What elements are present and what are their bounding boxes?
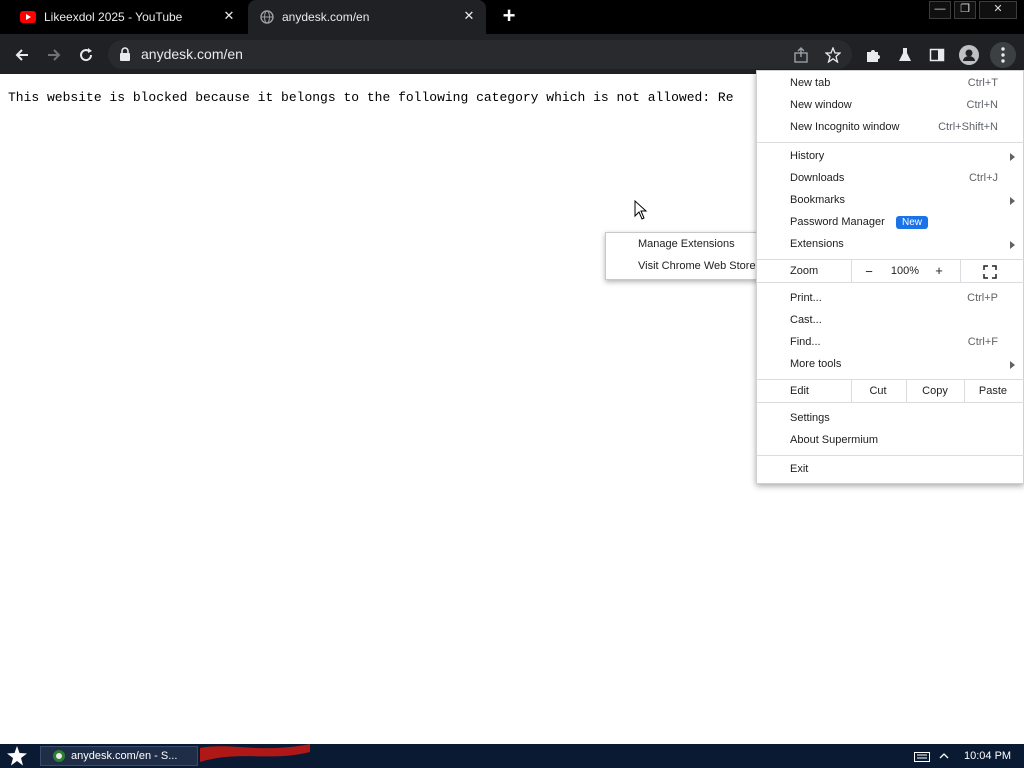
menu-item-print[interactable]: Print... <box>790 292 822 304</box>
puzzle-icon <box>867 50 880 62</box>
zoom-level: 100% <box>890 265 920 277</box>
tray-chevron-icon[interactable] <box>939 752 949 760</box>
side-panel-button[interactable] <box>926 44 948 66</box>
flask-icon <box>899 48 911 61</box>
share-button[interactable] <box>790 44 812 66</box>
person-icon <box>963 49 975 61</box>
menu-separator <box>757 282 1024 283</box>
edit-label: Edit <box>790 385 809 397</box>
menu-separator <box>757 455 1024 456</box>
browser-icon <box>53 750 65 762</box>
menu-item-extensions[interactable]: Extensions <box>790 238 844 250</box>
new-badge: New <box>896 216 929 229</box>
manage-extensions-item[interactable]: Manage Extensions <box>638 238 735 250</box>
tab-youtube[interactable]: Likeexdol 2025 - YouTube ✕ <box>0 0 246 34</box>
menu-item-new-incognito[interactable]: New Incognito window <box>790 121 899 133</box>
back-arrow-icon <box>15 49 28 61</box>
start-star-icon[interactable] <box>6 745 28 767</box>
submenu-arrow-icon <box>1010 197 1015 205</box>
shortcut-new-incognito: Ctrl+Shift+N <box>938 121 998 133</box>
shortcut-new-tab: Ctrl+T <box>967 77 998 89</box>
submenu-arrow-icon <box>1010 241 1015 249</box>
tab-title: Likeexdol 2025 - YouTube <box>44 10 183 24</box>
side-panel-icon <box>929 48 945 62</box>
paste-button[interactable]: Paste <box>965 385 1021 397</box>
visit-web-store-item[interactable]: Visit Chrome Web Store <box>638 260 756 272</box>
close-window-button[interactable]: ✕ <box>979 1 1017 19</box>
menu-item-about[interactable]: About Supermium <box>790 434 878 446</box>
menu-item-bookmarks[interactable]: Bookmarks <box>790 194 845 206</box>
bookmark-star-button[interactable] <box>822 44 844 66</box>
url-text[interactable]: anydesk.com/en <box>141 46 243 62</box>
youtube-icon <box>20 11 36 23</box>
close-tab-icon[interactable]: ✕ <box>462 9 476 23</box>
menu-item-cast[interactable]: Cast... <box>790 314 822 326</box>
minimize-button[interactable]: — <box>929 1 951 19</box>
taskbar-window-label: anydesk.com/en - S... <box>71 750 178 762</box>
fullscreen-icon[interactable] <box>983 265 997 279</box>
mouse-cursor-icon <box>634 200 648 220</box>
shortcut-find: Ctrl+F <box>967 336 998 348</box>
kebab-menu-icon <box>1001 47 1005 63</box>
blocked-message: This website is blocked because it belon… <box>8 90 734 105</box>
zoom-out-button[interactable]: − <box>853 264 885 279</box>
tab-anydesk[interactable]: anydesk.com/en ✕ <box>248 0 486 34</box>
extensions-submenu: Manage Extensions Visit Chrome Web Store <box>605 232 761 280</box>
star-icon <box>824 46 842 64</box>
keyboard-icon[interactable] <box>914 752 930 762</box>
extensions-button[interactable] <box>862 44 884 66</box>
forward-button[interactable] <box>43 44 65 66</box>
menu-separator <box>757 379 1024 380</box>
forward-arrow-icon <box>48 49 61 61</box>
globe-icon <box>260 10 274 24</box>
restore-button[interactable]: ❐ <box>954 1 976 19</box>
menu-item-find[interactable]: Find... <box>790 336 821 348</box>
tab-title: anydesk.com/en <box>282 10 370 24</box>
submenu-arrow-icon <box>1010 361 1015 369</box>
back-button[interactable] <box>11 44 33 66</box>
menu-item-settings[interactable]: Settings <box>790 412 830 424</box>
profile-avatar-icon[interactable] <box>959 45 979 65</box>
menu-item-new-window[interactable]: New window <box>790 99 852 111</box>
reload-button[interactable] <box>75 44 97 66</box>
menu-item-downloads[interactable]: Downloads <box>790 172 844 184</box>
menu-button[interactable] <box>990 42 1016 68</box>
flag-decoration-icon <box>200 744 310 762</box>
share-icon <box>794 47 808 63</box>
menu-item-new-tab[interactable]: New tab <box>790 77 830 89</box>
shortcut-print: Ctrl+P <box>967 292 998 304</box>
menu-item-password-manager[interactable]: Password Manager <box>790 216 885 228</box>
shortcut-new-window: Ctrl+N <box>966 99 998 111</box>
cut-button[interactable]: Cut <box>852 385 904 397</box>
menu-separator <box>757 142 1024 143</box>
reload-icon <box>80 48 93 62</box>
close-tab-icon[interactable]: ✕ <box>222 9 236 23</box>
submenu-arrow-icon <box>1010 153 1015 161</box>
menu-item-history[interactable]: History <box>790 150 824 162</box>
labs-button[interactable] <box>894 44 916 66</box>
menu-separator <box>757 259 1024 260</box>
taskbar-clock[interactable]: 10:04 PM <box>964 750 1011 762</box>
zoom-label: Zoom <box>790 265 819 277</box>
menu-item-exit[interactable]: Exit <box>790 463 808 475</box>
taskbar-window-button[interactable]: anydesk.com/en - S... <box>40 746 198 766</box>
copy-button[interactable]: Copy <box>907 385 963 397</box>
menu-divider <box>851 260 852 282</box>
new-tab-button[interactable]: + <box>498 5 520 28</box>
lock-icon[interactable] <box>118 46 132 62</box>
menu-separator <box>757 402 1024 403</box>
menu-item-more-tools[interactable]: More tools <box>790 358 841 370</box>
menu-divider <box>960 260 961 282</box>
browser-menu: New tab Ctrl+T New window Ctrl+N New Inc… <box>756 70 1024 484</box>
zoom-in-button[interactable]: + <box>925 263 953 278</box>
shortcut-downloads: Ctrl+J <box>968 172 998 184</box>
